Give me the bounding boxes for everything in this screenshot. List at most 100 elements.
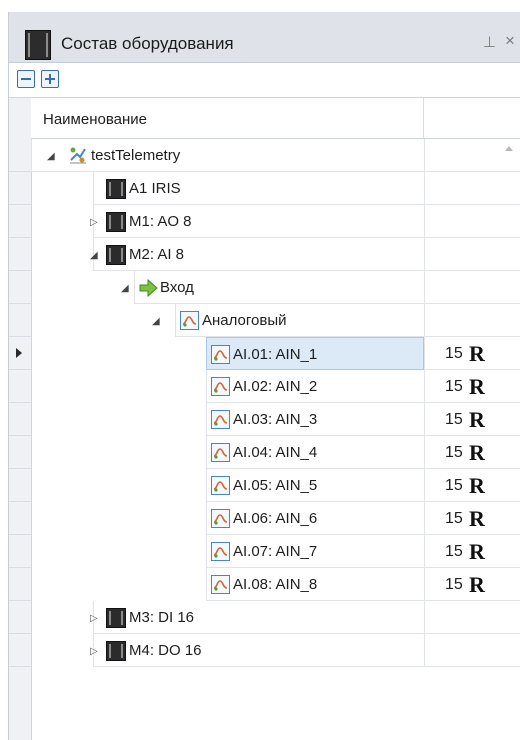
input-arrow-icon bbox=[139, 278, 159, 298]
value-cell[interactable] bbox=[424, 634, 520, 667]
value-cell[interactable]: 15 R bbox=[424, 535, 520, 568]
value-cell[interactable]: 15 R bbox=[424, 403, 520, 436]
tree-row[interactable]: AI.07: AIN_7 15 R bbox=[9, 535, 520, 568]
name-cell[interactable]: A1 IRIS bbox=[93, 172, 424, 205]
value-number: 15 bbox=[445, 444, 463, 461]
row-header[interactable] bbox=[9, 238, 31, 271]
expander-closed-icon[interactable]: ▷ bbox=[90, 217, 98, 228]
row-header[interactable] bbox=[9, 634, 31, 667]
row-header[interactable] bbox=[9, 271, 31, 304]
pin-icon[interactable]: ⊥ bbox=[483, 33, 496, 51]
row-header[interactable] bbox=[9, 436, 31, 469]
row-label: AI.07: AIN_7 bbox=[233, 543, 318, 560]
name-cell[interactable]: AI.07: AIN_7 bbox=[206, 535, 424, 568]
name-cell[interactable]: AI.06: AIN_6 bbox=[206, 502, 424, 535]
tree-row[interactable]: ◢ testTelemetry bbox=[9, 139, 520, 172]
value-flag: R bbox=[469, 407, 485, 432]
value-flag: R bbox=[469, 374, 485, 399]
name-cell[interactable]: AI.01: AIN_1 bbox=[206, 337, 424, 370]
name-cell[interactable]: AI.02: AIN_2 bbox=[206, 370, 424, 403]
name-cell[interactable]: ◢ M2: AI 8 bbox=[90, 238, 424, 271]
column-separator[interactable] bbox=[423, 98, 424, 138]
tree-row[interactable]: ▷ M3: DI 16 bbox=[9, 601, 520, 634]
row-label: AI.05: AIN_5 bbox=[233, 477, 318, 494]
value-cell[interactable] bbox=[424, 271, 520, 304]
row-label: Вход bbox=[160, 279, 194, 296]
value-cell[interactable] bbox=[424, 172, 520, 205]
close-icon[interactable]: × bbox=[505, 31, 515, 51]
expander-closed-icon[interactable]: ▷ bbox=[90, 613, 98, 624]
expander-open-icon[interactable]: ◢ bbox=[121, 283, 129, 294]
value-flag: R bbox=[469, 473, 485, 498]
name-cell[interactable]: AI.05: AIN_5 bbox=[206, 469, 424, 502]
tree-row[interactable]: AI.08: AIN_8 15 R bbox=[9, 568, 520, 601]
expander-open-icon[interactable]: ◢ bbox=[152, 316, 160, 327]
row-label: A1 IRIS bbox=[129, 180, 181, 197]
row-header[interactable] bbox=[9, 403, 31, 436]
expand-all-button[interactable] bbox=[41, 70, 59, 88]
value-number: 15 bbox=[445, 345, 463, 362]
row-label: M2: AI 8 bbox=[129, 246, 185, 263]
value-number: 15 bbox=[445, 543, 463, 560]
tree-row[interactable]: AI.03: AIN_3 15 R bbox=[9, 403, 520, 436]
column-header[interactable]: Наименование bbox=[31, 98, 520, 139]
row-header[interactable] bbox=[9, 172, 31, 205]
name-cell[interactable]: AI.03: AIN_3 bbox=[206, 403, 424, 436]
expander-open-icon[interactable]: ◢ bbox=[90, 250, 98, 261]
name-cell[interactable]: ◢ testTelemetry bbox=[31, 139, 424, 172]
telemetry-icon bbox=[68, 145, 88, 165]
row-header[interactable] bbox=[9, 535, 31, 568]
analog-icon bbox=[211, 476, 230, 495]
name-cell[interactable]: ▷ M3: DI 16 bbox=[90, 601, 424, 634]
row-header[interactable] bbox=[9, 469, 31, 502]
name-cell[interactable]: ▷ M4: DO 16 bbox=[90, 634, 424, 667]
tree-row[interactable]: AI.05: AIN_5 15 R bbox=[9, 469, 520, 502]
analog-icon bbox=[180, 311, 199, 330]
value-cell[interactable]: 15 R bbox=[424, 502, 520, 535]
expander-closed-icon[interactable]: ▷ bbox=[90, 646, 98, 657]
collapse-all-button[interactable] bbox=[17, 70, 35, 88]
value-cell[interactable] bbox=[424, 205, 520, 238]
value-cell[interactable]: 15 R bbox=[424, 436, 520, 469]
device-icon bbox=[106, 641, 126, 661]
value-cell[interactable] bbox=[424, 601, 520, 634]
tree-row-selected[interactable]: AI.01: AIN_1 15 R bbox=[9, 337, 520, 370]
value-flag: R bbox=[469, 506, 485, 531]
row-header[interactable] bbox=[9, 502, 31, 535]
row-label: testTelemetry bbox=[91, 147, 181, 164]
value-number: 15 bbox=[445, 477, 463, 494]
value-cell[interactable]: 15 R bbox=[424, 568, 520, 601]
tree-row[interactable]: AI.02: AIN_2 15 R bbox=[9, 370, 520, 403]
row-header[interactable] bbox=[9, 601, 31, 634]
row-header[interactable] bbox=[9, 205, 31, 238]
tree-row[interactable]: AI.04: AIN_4 15 R bbox=[9, 436, 520, 469]
row-header[interactable] bbox=[9, 568, 31, 601]
device-icon bbox=[106, 212, 126, 232]
name-cell[interactable]: AI.04: AIN_4 bbox=[206, 436, 424, 469]
current-row-indicator-icon bbox=[16, 348, 22, 358]
name-cell[interactable]: ◢ Вход bbox=[121, 271, 424, 304]
name-cell[interactable]: AI.08: AIN_8 bbox=[206, 568, 424, 601]
row-header[interactable] bbox=[9, 337, 31, 370]
row-header[interactable] bbox=[9, 304, 31, 337]
expander-open-icon[interactable]: ◢ bbox=[47, 151, 55, 162]
tree-row[interactable]: AI.06: AIN_6 15 R bbox=[9, 502, 520, 535]
value-cell[interactable] bbox=[424, 139, 520, 172]
panel-titlebar: Состав оборудования ⊥ × bbox=[9, 12, 520, 63]
name-cell[interactable]: ◢ Аналоговый bbox=[152, 304, 424, 337]
panel-title: Состав оборудования bbox=[61, 34, 234, 53]
tree-row[interactable]: A1 IRIS bbox=[9, 172, 520, 205]
name-cell[interactable]: ▷ M1: AO 8 bbox=[90, 205, 424, 238]
value-cell[interactable] bbox=[424, 238, 520, 271]
tree-row[interactable]: ▷ M1: AO 8 bbox=[9, 205, 520, 238]
value-cell[interactable]: 15 R bbox=[424, 469, 520, 502]
tree-row[interactable]: ▷ M4: DO 16 bbox=[9, 634, 520, 667]
tree-row[interactable]: ◢ Аналоговый bbox=[9, 304, 520, 337]
tree-row[interactable]: ◢ M2: AI 8 bbox=[9, 238, 520, 271]
value-cell[interactable]: 15 R bbox=[424, 337, 520, 370]
value-cell[interactable] bbox=[424, 304, 520, 337]
row-header[interactable] bbox=[9, 139, 31, 172]
value-cell[interactable]: 15 R bbox=[424, 370, 520, 403]
tree-row[interactable]: ◢ Вход bbox=[9, 271, 520, 304]
row-header[interactable] bbox=[9, 370, 31, 403]
